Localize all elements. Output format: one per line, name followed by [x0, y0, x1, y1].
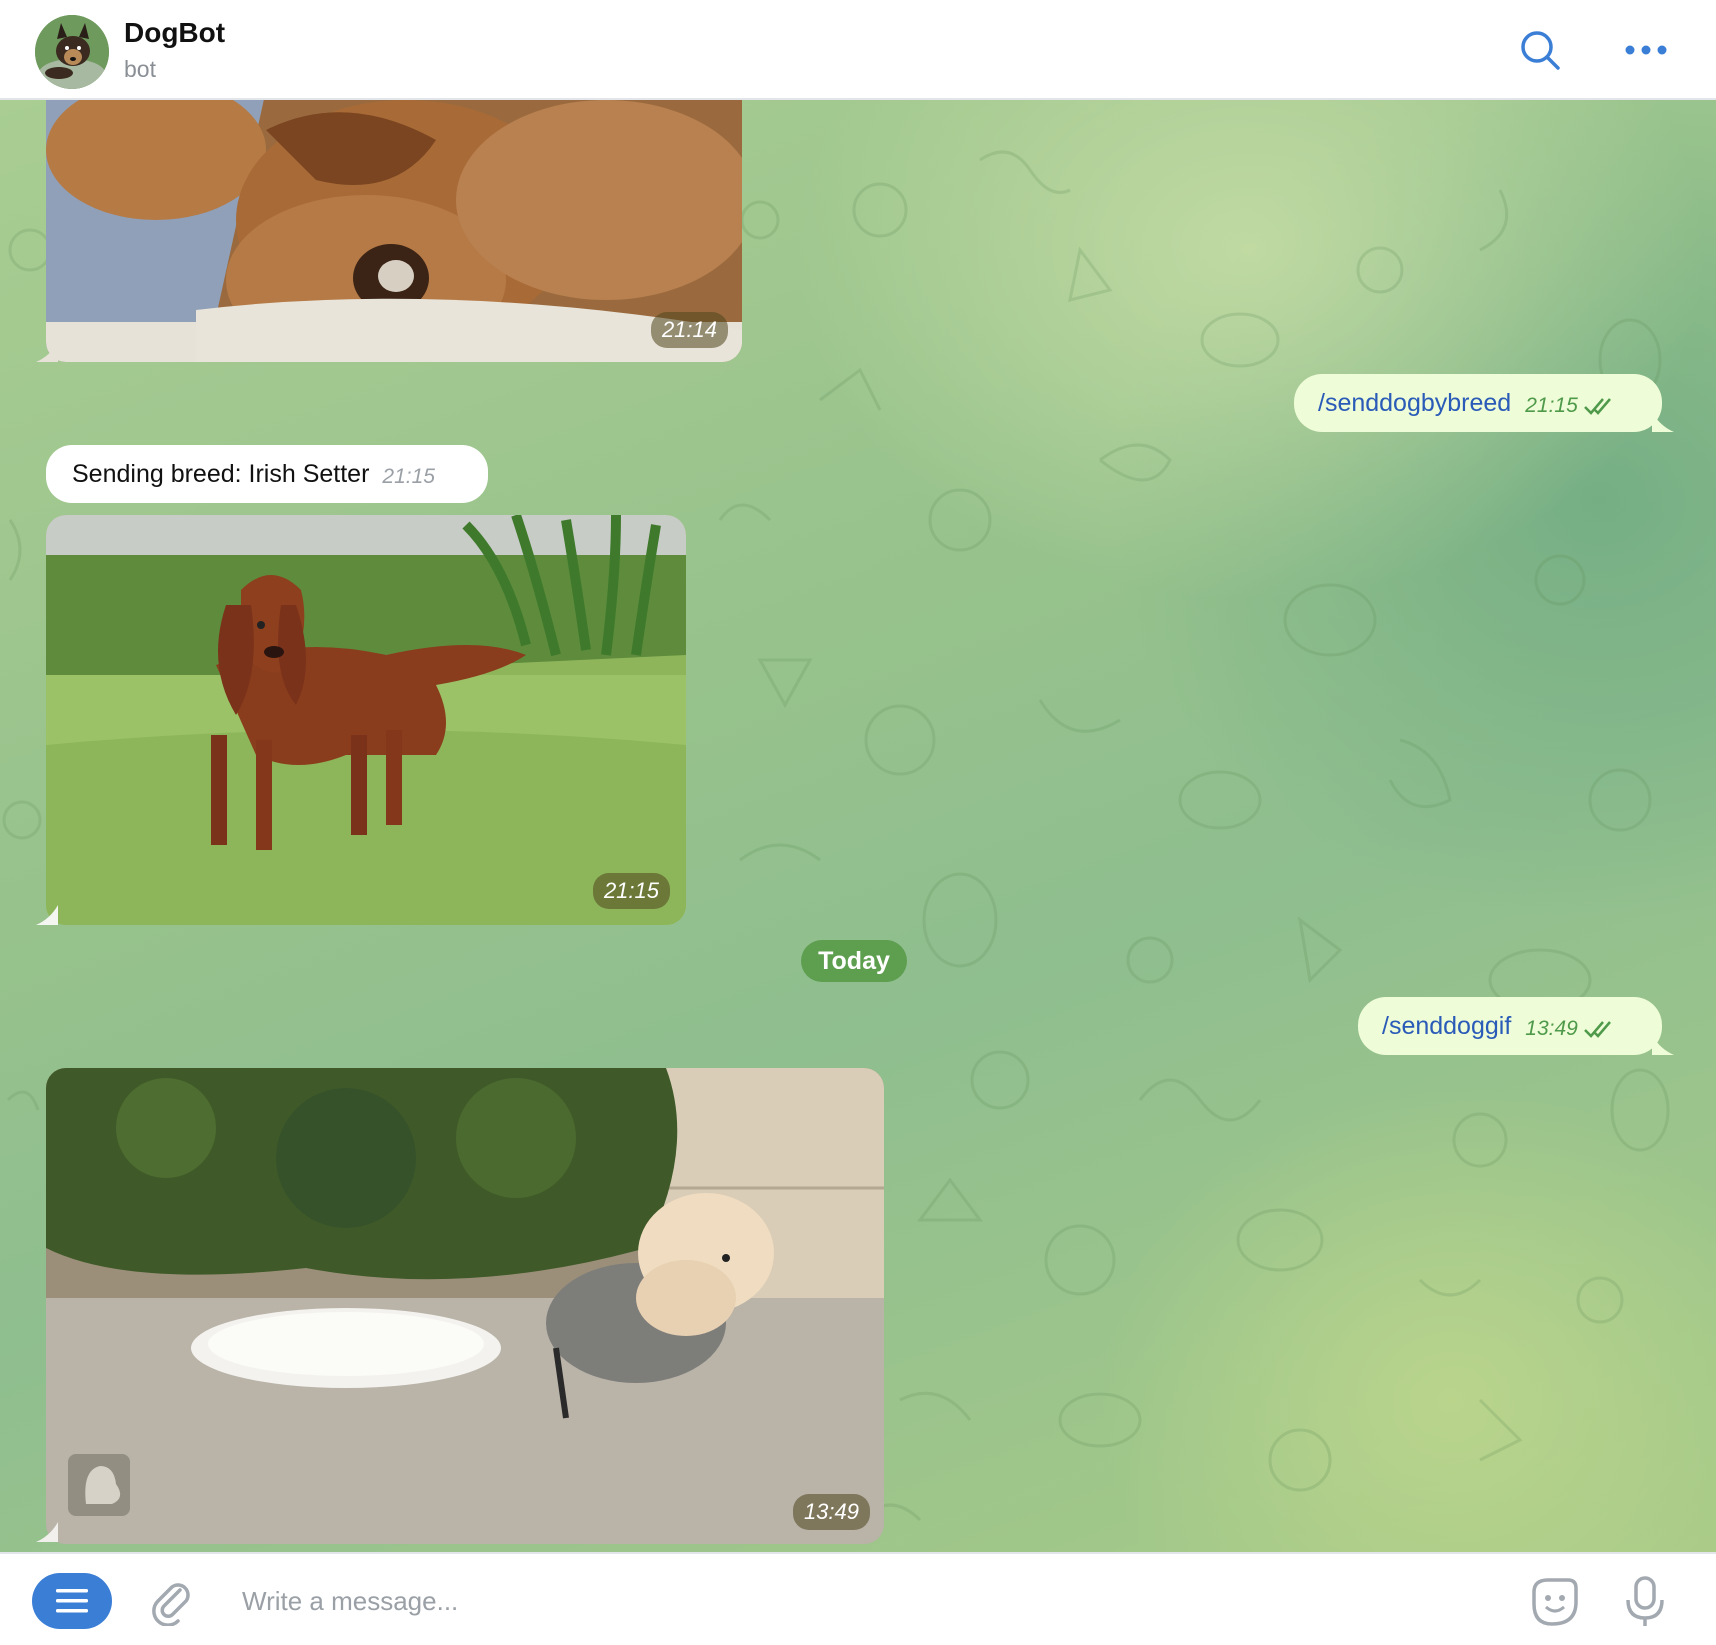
message-composer: [0, 1552, 1716, 1645]
outgoing-message[interactable]: /senddoggif 13:49: [1358, 997, 1662, 1055]
chat-history[interactable]: 21:14 /senddogbybreed 21:15 Sending bree…: [0, 100, 1716, 1552]
read-checkmarks-icon: [1583, 398, 1611, 415]
bubble-tail: [36, 342, 58, 362]
message-text: /senddoggif: [1382, 1011, 1512, 1040]
photo-time: 21:14: [650, 312, 728, 348]
irish-setter-photo[interactable]: 21:15: [46, 515, 686, 925]
outgoing-message[interactable]: /senddogbybreed 21:15: [1294, 374, 1662, 432]
message-time: 13:49: [1525, 1017, 1578, 1040]
photo-time: 21:15: [592, 873, 670, 909]
bubble-tail: [36, 1522, 58, 1542]
bubble-tail: [36, 905, 58, 925]
search-icon[interactable]: [1510, 22, 1570, 78]
chat-title[interactable]: DogBot: [124, 17, 225, 49]
message-time: 21:15: [382, 465, 435, 488]
chat-status: bot: [124, 56, 156, 82]
incoming-message[interactable]: Sending breed: Irish Setter 21:15: [46, 445, 488, 503]
sticker-icon[interactable]: [1526, 1574, 1582, 1630]
dachshund-photo[interactable]: 21:14: [46, 100, 742, 362]
puppy-gif[interactable]: 13:49: [46, 1068, 884, 1544]
read-checkmarks-icon: [1583, 1021, 1611, 1038]
bot-avatar[interactable]: [35, 15, 109, 89]
message-text: Sending breed: Irish Setter: [72, 459, 370, 488]
bubble-tail: [1652, 412, 1674, 432]
gif-time: 13:49: [792, 1494, 870, 1530]
chat-header: DogBot bot: [0, 0, 1716, 100]
message-text: /senddogbybreed: [1318, 388, 1512, 417]
menu-icon[interactable]: [32, 1573, 112, 1629]
bubble-tail: [1652, 1035, 1674, 1055]
message-time: 21:15: [1525, 394, 1578, 417]
paperclip-icon[interactable]: [146, 1576, 196, 1627]
microphone-icon[interactable]: [1620, 1574, 1670, 1630]
date-separator: Today: [801, 940, 907, 982]
more-icon[interactable]: [1616, 22, 1676, 78]
message-input[interactable]: [240, 1576, 1484, 1626]
